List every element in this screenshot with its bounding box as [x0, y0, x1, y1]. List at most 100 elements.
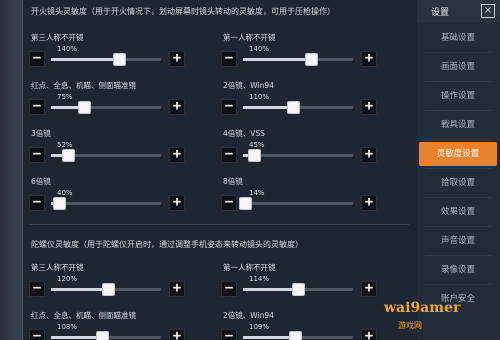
fire-sensitivity-title: 开火镜头灵敏度（用于开火情况下，划动屏幕时镜头转动的灵敏度，可用于压枪操作）: [31, 7, 335, 16]
decrease-button[interactable]: −: [221, 99, 237, 115]
slider-track[interactable]: [243, 53, 353, 66]
slider-label: 8倍镜: [223, 177, 243, 186]
sidebar-item[interactable]: 基础设置: [419, 26, 497, 50]
decrease-button[interactable]: −: [29, 281, 45, 297]
sidebar-item[interactable]: 灵敏度设置: [419, 142, 497, 166]
slider-fill: [243, 106, 293, 109]
slider-value: 52%: [57, 141, 73, 149]
slider-handle[interactable]: [305, 53, 319, 66]
slider-handle[interactable]: [292, 283, 305, 296]
slider-label: 2倍镜、Win94: [223, 311, 274, 320]
slider-label: 红点、全息、机瞄、侧面瞄准镜: [31, 311, 136, 320]
increase-button[interactable]: +: [169, 329, 185, 340]
slider-handle[interactable]: [78, 101, 91, 114]
slider-label: 2倍镜、Win94: [223, 81, 274, 90]
slider-label: 第三人称不开镜: [31, 33, 84, 42]
sidebar-separator: [425, 110, 491, 111]
increase-button[interactable]: +: [169, 99, 185, 115]
slider-value: 120%: [57, 275, 78, 283]
slider-handle[interactable]: [288, 331, 302, 340]
sidebar-separator: [425, 255, 491, 256]
slider-label: 第一人称不开镜: [223, 263, 276, 272]
slider-handle[interactable]: [95, 331, 109, 340]
slider-fill: [243, 288, 298, 291]
decrease-button[interactable]: −: [221, 281, 237, 297]
slider-track[interactable]: [51, 283, 161, 296]
sensitivity-slider-row: 第三人称不开镜 140% − +: [23, 32, 213, 67]
slider-track[interactable]: [239, 197, 353, 210]
slider-value: 140%: [249, 45, 270, 53]
slider-handle[interactable]: [102, 283, 116, 296]
increase-button[interactable]: +: [361, 147, 377, 163]
slider-track[interactable]: [51, 331, 161, 340]
sidebar-item[interactable]: 声音设置: [419, 229, 497, 253]
increase-button[interactable]: +: [361, 195, 377, 211]
slider-value: 45%: [249, 141, 265, 149]
slider-track[interactable]: [51, 149, 161, 162]
slider-track[interactable]: [51, 53, 161, 66]
slider-label: 3倍镜: [31, 129, 51, 138]
decrease-button[interactable]: −: [29, 195, 45, 211]
increase-button[interactable]: +: [169, 195, 185, 211]
decrease-button[interactable]: −: [29, 51, 45, 67]
sensitivity-panel: 开火镜头灵敏度（用于开火情况下，划动屏幕时镜头转动的灵敏度，可用于压枪操作） 第…: [22, 0, 417, 340]
slider-track[interactable]: [243, 149, 353, 162]
slider-value: 110%: [249, 93, 270, 101]
sensitivity-slider-row: 8倍镜 14% − +: [215, 176, 405, 211]
decrease-button[interactable]: −: [221, 147, 237, 163]
sidebar-item[interactable]: 操作设置: [419, 84, 497, 108]
slider-value: 109%: [249, 323, 270, 331]
decrease-button[interactable]: −: [29, 99, 45, 115]
decrease-button[interactable]: −: [221, 51, 237, 67]
decrease-button[interactable]: −: [221, 329, 237, 340]
watermark-text: wai9amer: [384, 300, 461, 316]
section-divider: [29, 224, 409, 225]
gyro-sensitivity-title: 陀螺仪灵敏度（用于陀螺仪开启时，通过调整手机姿态来转动镜头的灵敏度）: [31, 240, 303, 249]
slider-handle[interactable]: [113, 53, 127, 66]
sidebar-item[interactable]: 效果设置: [419, 200, 497, 224]
sensitivity-slider-row: 红点、全息、机瞄、侧面瞄准镜 75% − +: [23, 80, 213, 115]
slider-track[interactable]: [243, 331, 353, 340]
slider-value: 140%: [57, 45, 78, 53]
slider-value: 14%: [249, 189, 265, 197]
slider-handle[interactable]: [248, 149, 261, 162]
slider-track[interactable]: [51, 101, 161, 114]
slider-fill: [243, 336, 295, 339]
decrease-button[interactable]: −: [221, 195, 237, 211]
slider-fill: [51, 336, 102, 339]
slider-track[interactable]: [243, 283, 353, 296]
increase-button[interactable]: +: [169, 147, 185, 163]
close-icon[interactable]: ×: [481, 4, 495, 18]
increase-button[interactable]: +: [361, 329, 377, 340]
sidebar-item[interactable]: 拾取设置: [419, 171, 497, 195]
sensitivity-slider-row: 4倍镜、VSS 45% − +: [215, 128, 405, 163]
slider-track[interactable]: [51, 197, 161, 210]
sidebar-separator: [425, 168, 491, 169]
slider-value: 40%: [57, 189, 73, 197]
decrease-button[interactable]: −: [29, 147, 45, 163]
sidebar-title: 设置: [431, 8, 450, 18]
slider-track[interactable]: [243, 101, 353, 114]
slider-handle[interactable]: [239, 197, 253, 210]
sidebar-item[interactable]: 录像设置: [419, 258, 497, 282]
slider-fill: [243, 58, 312, 61]
increase-button[interactable]: +: [169, 51, 185, 67]
slider-handle[interactable]: [52, 197, 66, 210]
sensitivity-slider-row: 红点、全息、机瞄、侧面瞄准镜 108% − +: [23, 310, 213, 340]
sidebar-separator: [425, 52, 491, 53]
slider-handle[interactable]: [61, 149, 75, 162]
settings-sidebar: 设置 × 基础设置画面设置操作设置戰具设置灵敏度设置拾取设置效果设置声音设置录像…: [417, 0, 500, 340]
sidebar-item[interactable]: 画面设置: [419, 55, 497, 79]
slider-label: 4倍镜、VSS: [223, 129, 265, 138]
left-edge-panel: [0, 0, 22, 340]
slider-handle[interactable]: [286, 101, 300, 114]
decrease-button[interactable]: −: [29, 329, 45, 340]
sidebar-header: 设置 ×: [417, 0, 500, 22]
increase-button[interactable]: +: [361, 281, 377, 297]
increase-button[interactable]: +: [169, 281, 185, 297]
sensitivity-slider-row: 3倍镜 52% − +: [23, 128, 213, 163]
sensitivity-slider-row: 2倍镜、Win94 110% − +: [215, 80, 405, 115]
sidebar-item[interactable]: 戰具设置: [419, 113, 497, 137]
increase-button[interactable]: +: [361, 99, 377, 115]
increase-button[interactable]: +: [361, 51, 377, 67]
